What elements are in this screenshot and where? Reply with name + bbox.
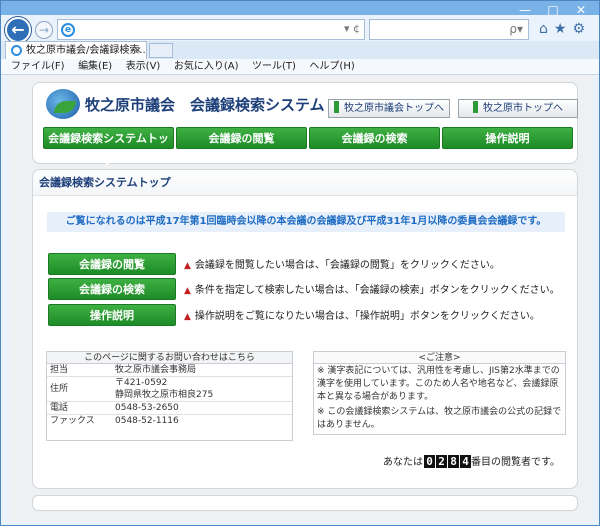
caution-title: <ご注意> xyxy=(314,352,565,364)
search-input[interactable]: ρ▾ xyxy=(369,19,529,40)
help-button[interactable]: 操作説明 xyxy=(48,304,176,326)
menu-tools[interactable]: ツール(T) xyxy=(252,59,296,75)
contact-table: このページに関するお問い合わせはこちら 担当 牧之原市議会事務局 住所 〒421-0… xyxy=(46,351,293,441)
help-desc: ▲ 操作説明をご覧になりたい場合は、「操作説明」ボタンをクリックください。 xyxy=(184,311,540,322)
caution-text-1: ※ 漢字表記については、汎用性を考慮し、JIS第2水準までの漢字を使用しています… xyxy=(317,366,560,402)
city-logo-icon xyxy=(46,89,80,119)
site-header: 牧之原市議会 会議録検索システム 牧之原市議会トップへ 牧之原市トップへ 会議録… xyxy=(32,82,578,167)
menu-favorites[interactable]: お気に入り(A) xyxy=(174,59,239,75)
counter-digit: 2 xyxy=(436,455,447,468)
gnav-help[interactable]: 操作説明 xyxy=(442,127,573,149)
tab-active[interactable]: 牧之原市議会/会議録検索... × xyxy=(5,41,147,59)
menu-view[interactable]: 表示(V) xyxy=(126,59,161,75)
page-title: 会議録検索システムトップ xyxy=(33,170,577,196)
tab-strip: 牧之原市議会/会議録検索... × xyxy=(1,41,599,59)
ie-page-icon: e xyxy=(61,23,75,37)
counter-digit: 0 xyxy=(424,455,435,468)
contact-title: このページに関するお問い合わせはこちら xyxy=(47,352,292,364)
gnav-top[interactable]: 会議録検索システムトップ xyxy=(43,127,174,167)
toolbar-icons[interactable]: ⌂★⚙ xyxy=(539,21,591,37)
caution-text-2: ※ この会議録検索システムは、牧之原市議会の公式の記録ではありません。 xyxy=(317,407,562,430)
contact-row: ファックス 0548-52-1116 xyxy=(50,416,179,426)
menu-file[interactable]: ファイル(F) xyxy=(11,59,65,75)
browse-desc: ▲ 会議録を閲覧したい場合は、「会議録の閲覧」をクリックください。 xyxy=(184,260,500,271)
arrow-icon: ▲ xyxy=(184,286,191,296)
arrow-icon: ▲ xyxy=(184,261,191,271)
tab-close-icon[interactable]: × xyxy=(134,42,142,59)
menu-bar: ファイル(F) 編集(E) 表示(V) お気に入り(A) ツール(T) ヘルプ(… xyxy=(1,59,599,75)
navigation-bar: ← → e ▾ ¢ ρ▾ ⌂★⚙ xyxy=(1,15,599,43)
search-icon[interactable]: ρ▾ xyxy=(509,22,523,36)
gnav-search[interactable]: 会議録の検索 xyxy=(309,127,440,149)
refresh-icon[interactable]: ▾ ¢ xyxy=(344,22,360,35)
menu-help[interactable]: ヘルプ(H) xyxy=(309,59,354,75)
forward-button[interactable]: → xyxy=(35,21,53,39)
site-title: 牧之原市議会 会議録検索システム xyxy=(85,96,325,114)
back-button[interactable]: ← xyxy=(5,17,31,43)
council-top-link[interactable]: 牧之原市議会トップへ xyxy=(328,99,450,118)
contact-row: 住所 〒421-0592 静岡県牧之原市相良275 xyxy=(47,377,292,402)
notice-banner: ご覧になれるのは平成17年第1回臨時会以降の本会議の会議録及び平成31年1月以降… xyxy=(47,212,565,232)
arrow-icon: ▲ xyxy=(184,312,191,322)
contact-row: 担当 牧之原市議会事務局 xyxy=(47,364,292,377)
ie-tab-icon xyxy=(11,45,22,56)
page-content: 牧之原市議会 会議録検索システム 牧之原市議会トップへ 牧之原市トップへ 会議録… xyxy=(9,75,593,521)
caution-box: <ご注意> ※ 漢字表記については、汎用性を考慮し、JIS第2水準までの漢字を使… xyxy=(313,351,566,435)
browser-window: — □ ✕ ← → e ▾ ¢ ρ▾ ⌂★⚙ 牧之原市議会/会議録検索... ×… xyxy=(0,0,600,526)
main-panel: 会議録検索システムトップ ご覧になれるのは平成17年第1回臨時会以降の本会議の会… xyxy=(32,169,578,489)
address-bar[interactable]: e ▾ ¢ xyxy=(57,19,365,40)
footer-bar xyxy=(32,495,578,511)
new-tab-button[interactable] xyxy=(149,43,173,58)
visitor-counter: あなたは 0 2 8 4 番目の閲覧者です。 xyxy=(383,455,560,468)
contact-row: 電話 0548-53-2650 xyxy=(47,402,292,415)
city-top-link[interactable]: 牧之原市トップへ xyxy=(458,99,578,118)
counter-digit: 4 xyxy=(460,455,471,468)
counter-digit: 8 xyxy=(448,455,459,468)
search-button[interactable]: 会議録の検索 xyxy=(48,278,176,300)
search-desc: ▲ 条件を指定して検索したい場合は、「会議録の検索」ボタンをクリックください。 xyxy=(184,285,560,296)
tab-title: 牧之原市議会/会議録検索... xyxy=(26,45,147,56)
menu-edit[interactable]: 編集(E) xyxy=(78,59,112,75)
browse-button[interactable]: 会議録の閲覧 xyxy=(48,253,176,275)
gnav-browse[interactable]: 会議録の閲覧 xyxy=(176,127,307,149)
